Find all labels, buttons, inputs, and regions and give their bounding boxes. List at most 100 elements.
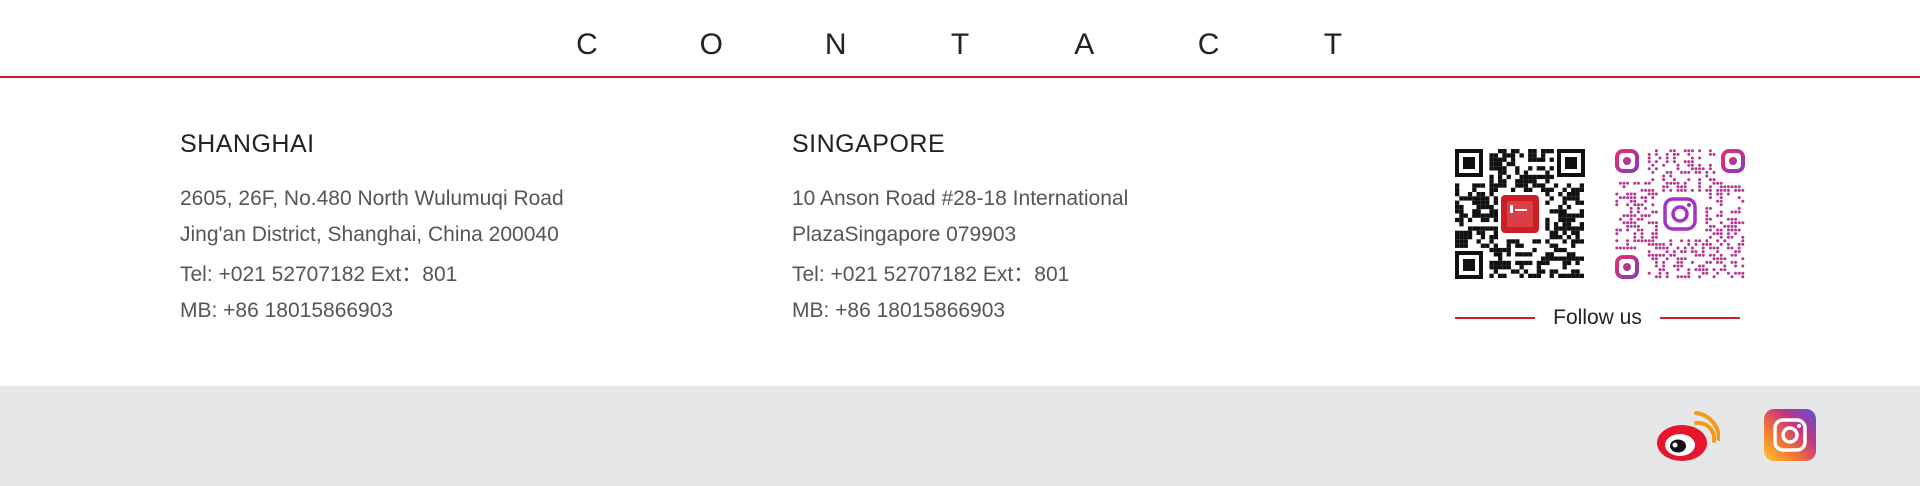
qr-module xyxy=(1651,253,1655,257)
qr-module xyxy=(1629,224,1633,228)
qr-module xyxy=(1644,214,1648,218)
qr-module xyxy=(1575,200,1580,205)
qr-module xyxy=(1644,188,1648,192)
contact-title-letter: A xyxy=(1074,28,1095,61)
qr-module xyxy=(1502,179,1507,184)
qr-module xyxy=(1741,257,1745,261)
qr-module xyxy=(1654,149,1658,153)
qr-module xyxy=(1553,256,1559,261)
qr-module xyxy=(1545,170,1550,175)
qr-module xyxy=(1705,242,1709,246)
qr-module xyxy=(1633,192,1637,196)
qr-module xyxy=(1541,260,1546,266)
qr-module xyxy=(1549,209,1554,214)
qr-module xyxy=(1719,221,1723,225)
qr-module xyxy=(1640,188,1644,192)
qr-module xyxy=(1455,183,1460,188)
qr-module xyxy=(1480,192,1486,197)
qr-module xyxy=(1467,192,1473,197)
qr-module xyxy=(1562,230,1567,235)
qr-module xyxy=(1502,260,1507,266)
qr-module xyxy=(1545,179,1550,184)
qr-module xyxy=(1640,203,1644,207)
qr-module xyxy=(1723,224,1727,228)
qr-module xyxy=(1493,209,1498,214)
qr-module xyxy=(1562,209,1567,214)
qr-module xyxy=(1716,192,1720,196)
qr-module xyxy=(1672,152,1676,156)
qr-module xyxy=(1519,243,1524,248)
qr-module xyxy=(1615,239,1619,243)
qr-module xyxy=(1476,192,1481,197)
qr-module xyxy=(1493,213,1498,218)
qr-module xyxy=(1541,166,1546,171)
instagram-icon[interactable] xyxy=(1764,409,1816,461)
contact-title-letter: T xyxy=(950,28,970,61)
qr-module xyxy=(1498,252,1503,257)
qr-module xyxy=(1615,228,1619,232)
follow-divider xyxy=(1659,317,1740,319)
qr-module xyxy=(1575,196,1580,201)
weibo-icon[interactable] xyxy=(1656,409,1720,463)
qr-module xyxy=(1566,217,1572,223)
qr-module xyxy=(1575,239,1580,244)
qr-module xyxy=(1708,163,1712,167)
qr-module xyxy=(1734,264,1738,268)
qr-module xyxy=(1549,273,1554,278)
qr-module xyxy=(1493,187,1498,192)
qr-module xyxy=(1498,174,1503,180)
qr-module xyxy=(1701,167,1705,171)
qr-module xyxy=(1489,183,1494,188)
qr-module xyxy=(1541,157,1546,162)
qr-module xyxy=(1694,239,1698,243)
qr-module xyxy=(1615,246,1619,250)
qr-module xyxy=(1626,203,1630,207)
qr-module xyxy=(1651,163,1655,167)
qr-module xyxy=(1741,275,1745,279)
qr-module xyxy=(1575,187,1580,192)
qr-module xyxy=(1489,235,1494,240)
qr-module xyxy=(1683,257,1687,261)
qr-module xyxy=(1459,213,1464,218)
qr-module xyxy=(1723,257,1727,261)
qr-module xyxy=(1705,206,1709,210)
qr-module xyxy=(1683,149,1687,153)
qr-module xyxy=(1726,242,1730,246)
qr-module xyxy=(1730,260,1734,264)
qr-module xyxy=(1669,174,1673,178)
qr-module xyxy=(1636,217,1640,221)
qr-module xyxy=(1618,246,1622,250)
qr-module xyxy=(1571,230,1576,235)
qr-module xyxy=(1566,226,1572,231)
qr-module xyxy=(1622,246,1626,250)
qr-module xyxy=(1515,166,1520,171)
qr-module xyxy=(1571,252,1576,257)
qr-module xyxy=(1626,228,1630,232)
qr-module xyxy=(1687,239,1691,243)
qr-module xyxy=(1651,221,1655,225)
qr-module xyxy=(1472,183,1477,188)
qr-module xyxy=(1672,181,1676,185)
qr-module xyxy=(1571,243,1576,248)
qr-module xyxy=(1571,256,1576,261)
qr-module xyxy=(1493,230,1498,235)
qr-module xyxy=(1459,217,1464,223)
qr-module xyxy=(1541,256,1546,261)
qr-module xyxy=(1662,260,1666,264)
qr-module xyxy=(1523,170,1529,175)
qr-module xyxy=(1532,153,1537,158)
qr-module xyxy=(1566,222,1572,227)
qr-module xyxy=(1489,273,1494,278)
qr-module xyxy=(1654,235,1658,239)
qr-module xyxy=(1690,246,1694,250)
qr-module xyxy=(1665,250,1669,254)
qr-module xyxy=(1549,243,1554,248)
qr-module xyxy=(1541,153,1546,158)
qr-module xyxy=(1651,232,1655,236)
qr-module xyxy=(1640,239,1644,243)
qr-module xyxy=(1644,181,1648,185)
qr-module xyxy=(1498,149,1503,154)
qr-module xyxy=(1676,264,1680,268)
qr-module xyxy=(1480,217,1486,223)
qr-module xyxy=(1528,157,1533,162)
